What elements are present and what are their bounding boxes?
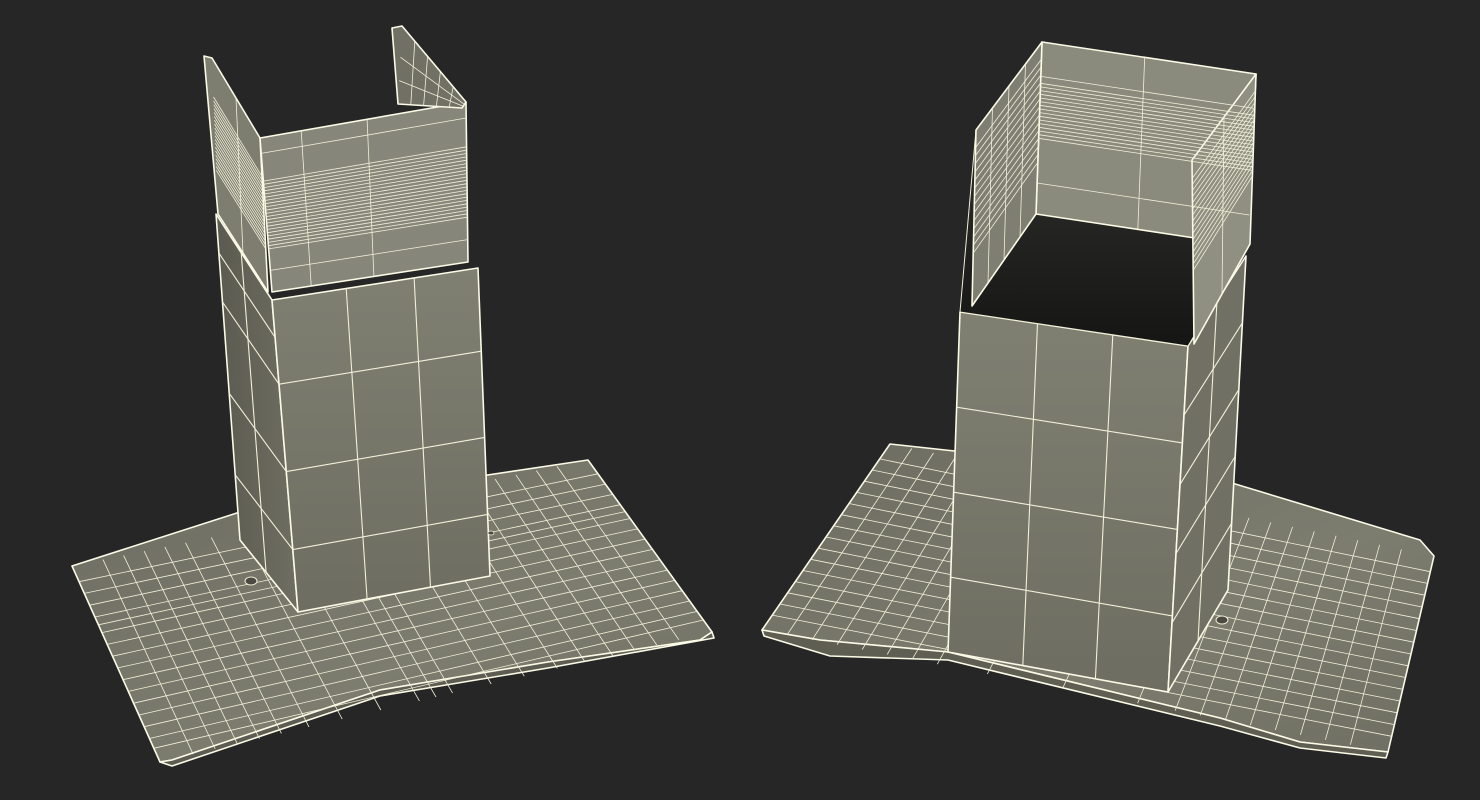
render-canvas [71, 25, 1435, 767]
right-chimney-front [947, 311, 1189, 693]
left-screw-hole [244, 576, 258, 586]
left-screw-hole-2 [487, 530, 495, 536]
range-hood-back-view [761, 41, 1435, 759]
wireframe-render-viewport [0, 0, 1480, 800]
right-screw-hole [1215, 615, 1229, 625]
left-upper-rear-fin [391, 25, 467, 109]
range-hood-front-view [71, 25, 715, 767]
left-chimney-front [271, 267, 491, 613]
